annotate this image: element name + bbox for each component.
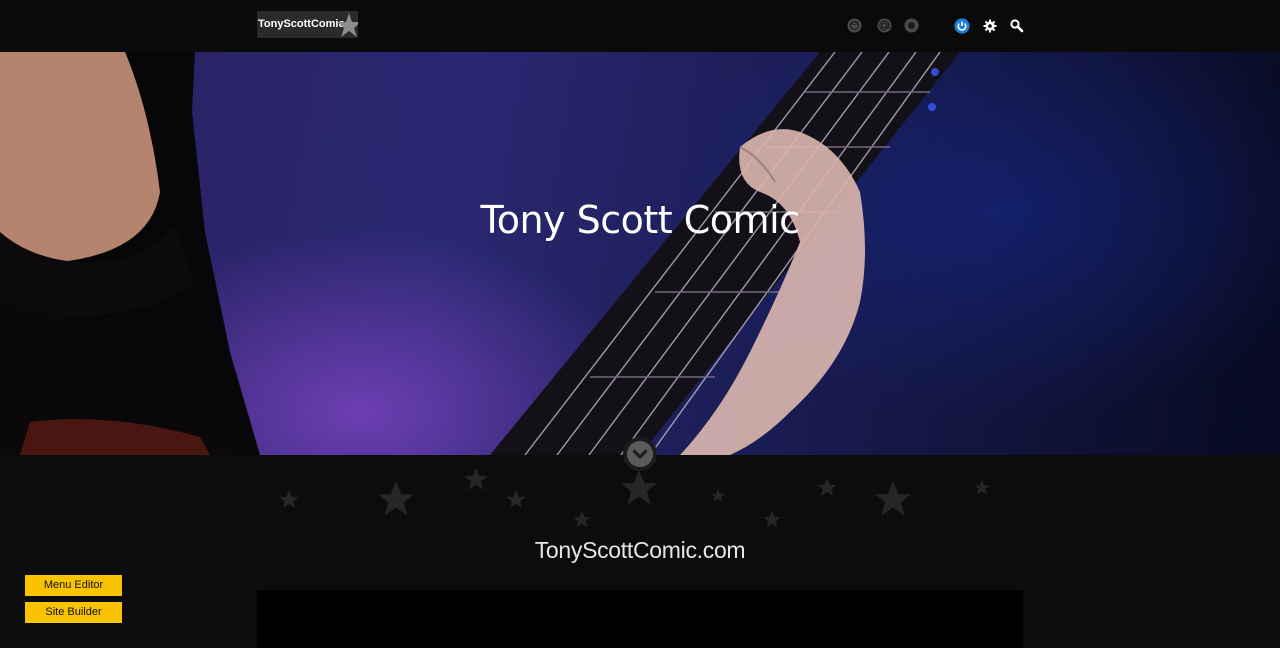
social-links [847, 18, 919, 34]
chevron-down-icon [627, 441, 653, 467]
hero-banner: Tony Scott Comic [0, 52, 1280, 455]
logo-star-icon [337, 13, 358, 37]
dribbble-icon[interactable] [847, 18, 862, 33]
content-area [257, 590, 1023, 648]
hero-title: Tony Scott Comic [480, 198, 800, 242]
logo-text: TonyScottComic [258, 18, 345, 30]
circle-icon[interactable] [904, 18, 919, 33]
decorative-stars [279, 468, 990, 528]
power-icon[interactable] [954, 18, 970, 34]
domain-heading: TonyScottComic.com [534, 537, 746, 563]
search-icon[interactable] [1009, 18, 1025, 34]
scroll-down-button[interactable] [623, 437, 657, 471]
menu-editor-button[interactable]: Menu Editor [25, 575, 122, 596]
hero-background-image [0, 52, 960, 455]
top-nav-bar: TonyScottComic [0, 0, 1280, 52]
gear-icon[interactable] [982, 18, 998, 34]
site-builder-button[interactable]: Site Builder [25, 602, 122, 623]
at-sign-icon[interactable] [877, 18, 892, 33]
site-logo[interactable]: TonyScottComic [257, 11, 358, 38]
